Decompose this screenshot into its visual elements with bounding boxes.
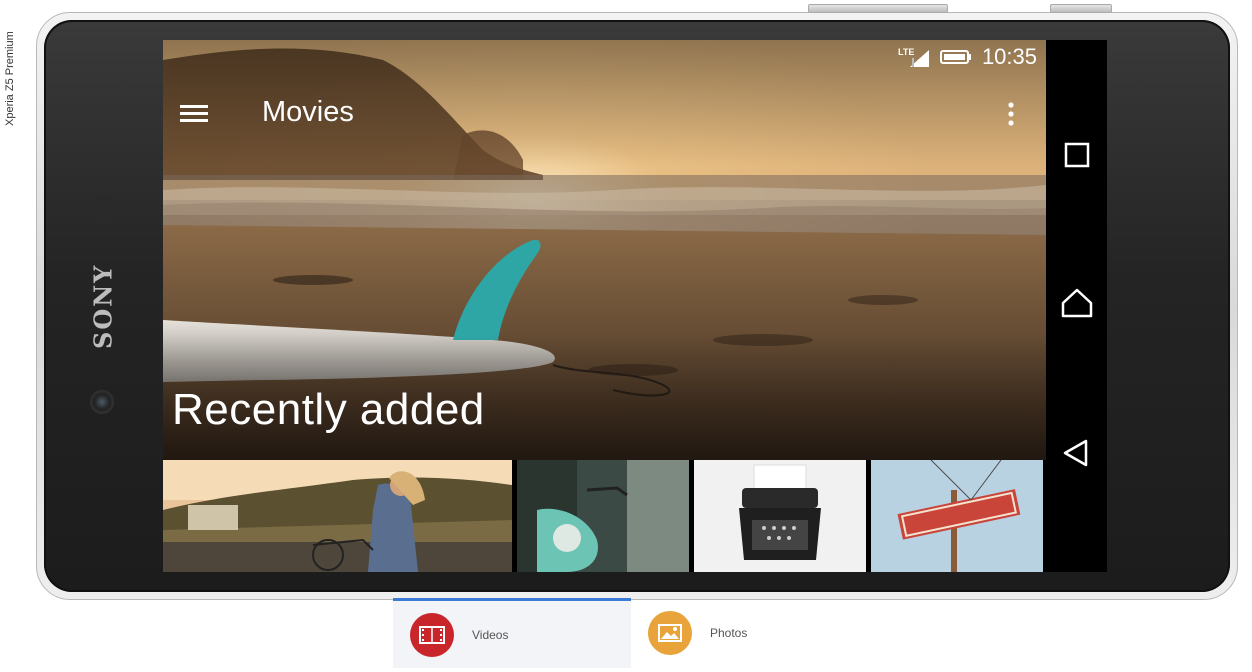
film-icon	[410, 612, 454, 657]
tab-videos-label: Videos	[472, 627, 509, 642]
lte-signal-icon: LTE	[898, 47, 929, 67]
back-icon[interactable]	[1060, 436, 1094, 470]
thumbnail-typewriter[interactable]	[694, 460, 866, 572]
home-icon[interactable]	[1060, 286, 1094, 320]
thumbnail-girl-on-bike[interactable]	[163, 460, 512, 572]
device-model-label: Xperia Z5 Premium	[4, 31, 16, 126]
girl-on-bike-image	[163, 460, 512, 572]
battery-icon	[939, 50, 971, 64]
hamburger-menu-icon[interactable]	[179, 100, 211, 128]
screen: LTE 10:35 Movies Recently added	[163, 40, 1107, 572]
tab-photos[interactable]: Photos	[631, 598, 869, 668]
thumbnail-motel-sign[interactable]	[871, 460, 1043, 572]
bottom-tab-bar: Videos Photos	[0, 598, 1252, 672]
motel-sign-image	[871, 460, 1043, 572]
brand-logo: SONY	[88, 263, 118, 349]
section-title: Recently added	[172, 385, 485, 434]
thumbnail-scooter[interactable]	[517, 460, 689, 572]
status-bar: LTE 10:35	[898, 44, 1037, 70]
app-title: Movies	[262, 96, 354, 128]
thumbnail-row	[163, 460, 1046, 572]
top-key-left	[808, 4, 948, 13]
image-icon	[648, 611, 692, 655]
top-key-right	[1050, 4, 1112, 13]
tab-videos[interactable]: Videos	[393, 598, 631, 668]
svg-text:LTE: LTE	[898, 47, 914, 57]
typewriter-image	[694, 460, 866, 572]
navigation-bar	[1046, 40, 1107, 572]
more-vert-icon[interactable]	[1001, 100, 1021, 128]
front-camera-icon	[90, 390, 114, 414]
scooter-image	[517, 460, 689, 572]
status-clock: 10:35	[981, 44, 1037, 69]
proximity-sensor	[95, 195, 113, 223]
recent-apps-icon[interactable]	[1060, 138, 1094, 172]
tab-photos-label: Photos	[710, 626, 748, 640]
page: Xperia Z5 Premium SONY LTE 10:35 Movies …	[0, 0, 1252, 672]
